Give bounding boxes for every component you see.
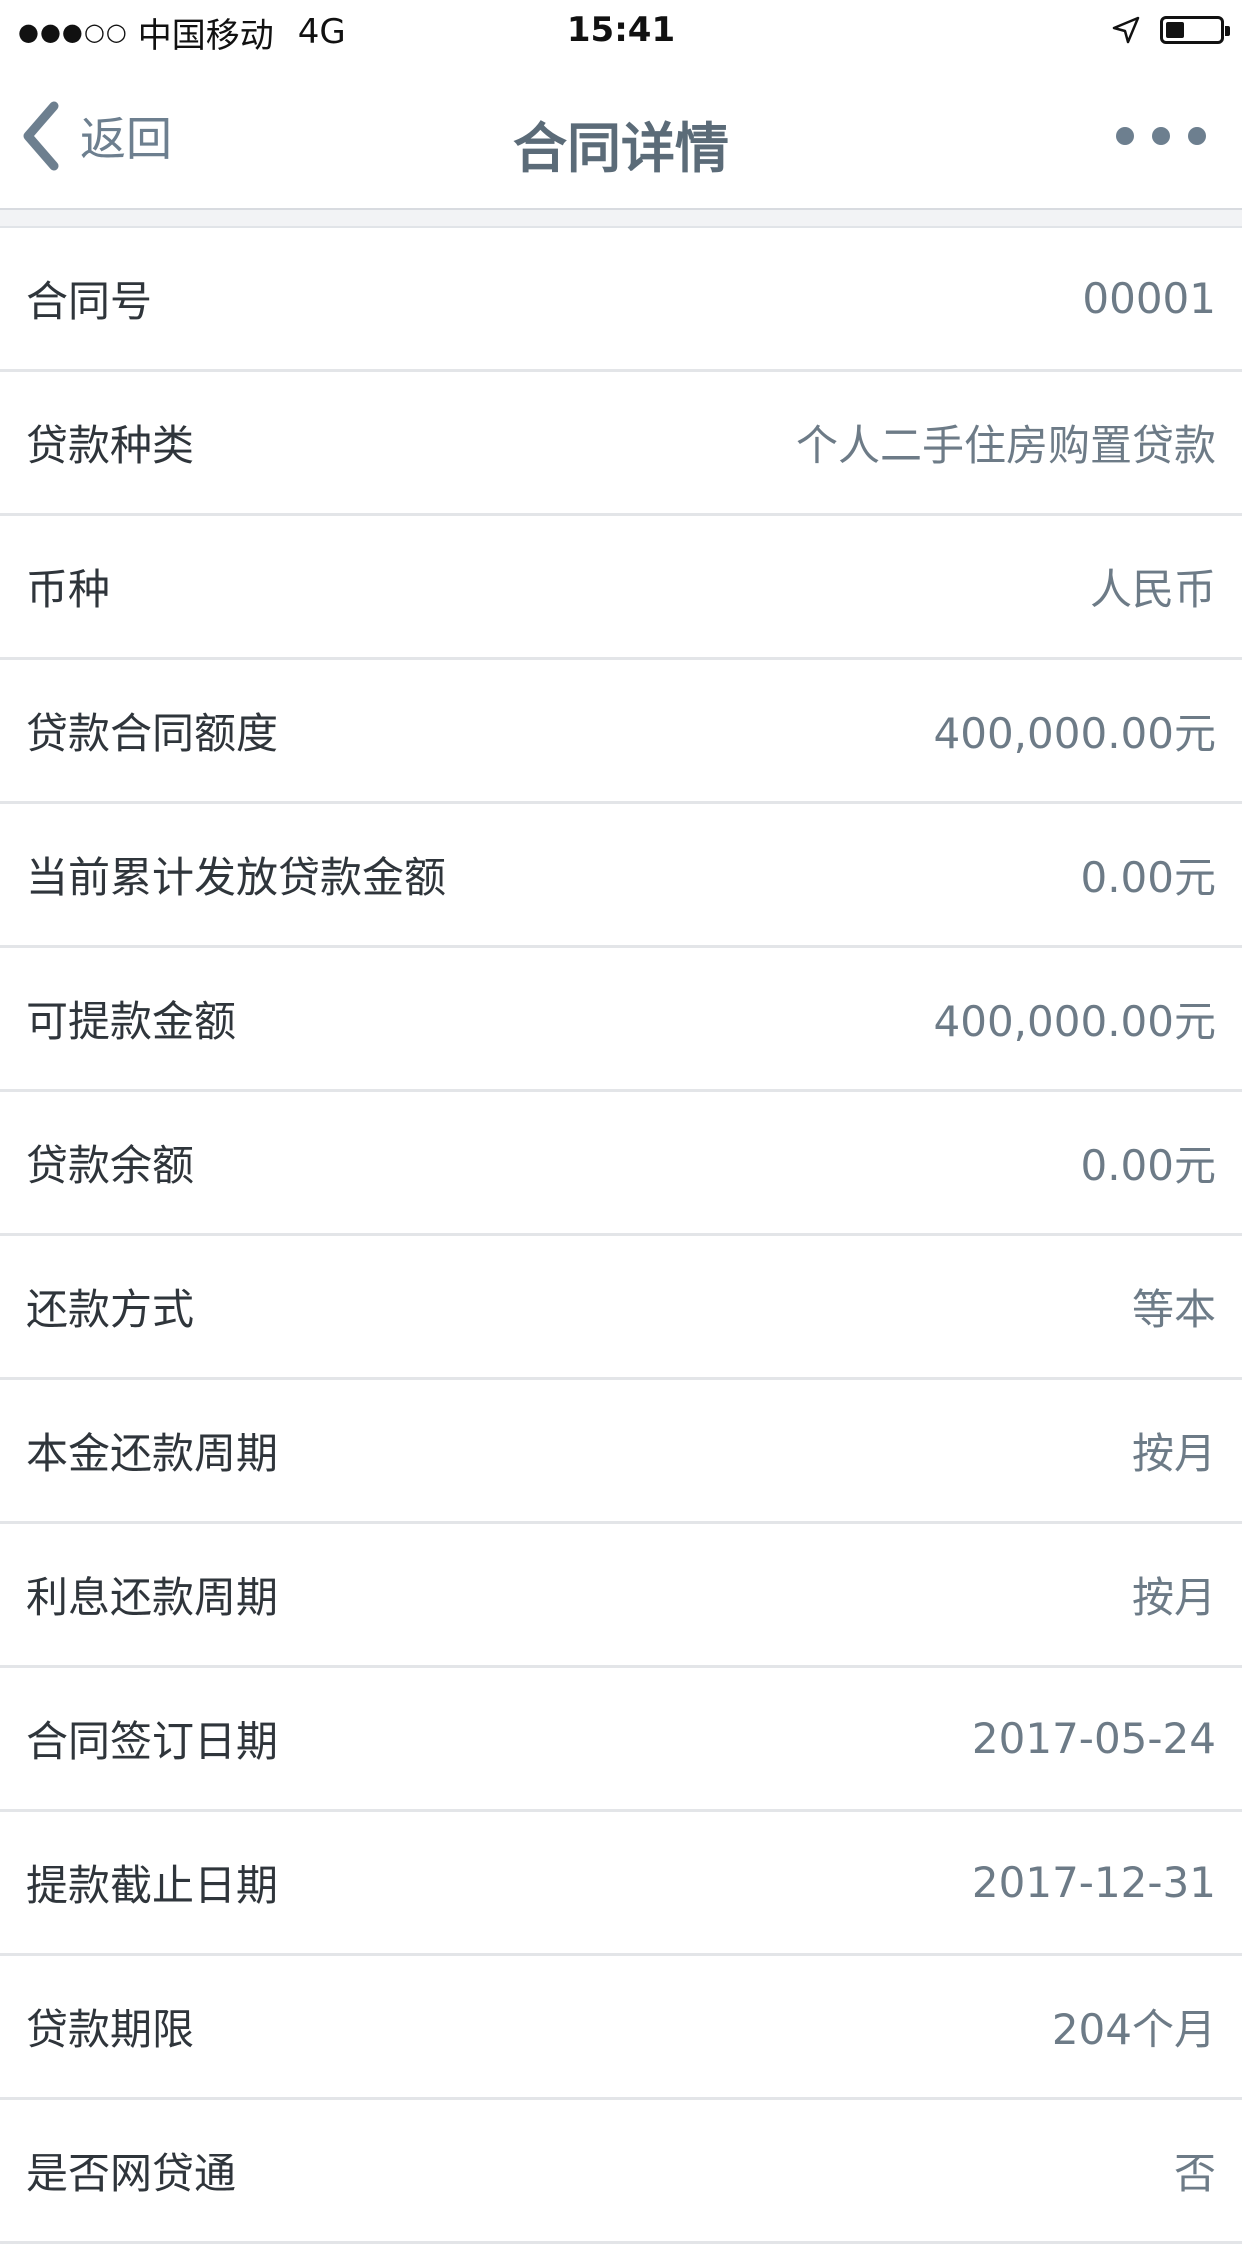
detail-row-signing-date: 合同签订日期 2017-05-24 [0,1668,1242,1812]
row-value: 按月 [1131,1429,1216,1478]
row-value: 0.00元 [1080,853,1216,902]
row-value: 个人二手住房购置贷款 [795,421,1216,470]
row-label: 可提款金额 [26,997,237,1046]
detail-row-withdrawal-deadline: 提款截止日期 2017-12-31 [0,1812,1242,1956]
row-value: 2017-05-24 [971,1714,1216,1763]
row-label: 币种 [26,565,111,614]
row-label: 利息还款周期 [26,1573,279,1622]
row-label: 合同号 [26,277,153,326]
row-value: 按月 [1131,1573,1216,1622]
detail-row-currency: 币种 人民币 [0,516,1242,660]
navigation-bar: 返回 合同详情 [0,60,1242,208]
detail-row-loan-type: 贷款种类 个人二手住房购置贷款 [0,372,1242,516]
page-title: 合同详情 [513,117,729,180]
row-value: 400,000.00元 [933,709,1216,758]
row-label: 还款方式 [26,1285,195,1334]
row-label: 贷款余额 [26,1141,195,1190]
detail-row-withdrawable-amount: 可提款金额 400,000.00元 [0,948,1242,1092]
more-options-button[interactable] [1116,118,1206,154]
battery-icon [1160,16,1230,44]
row-value: 204个月 [1051,2005,1216,2054]
contract-detail-list: 合同号 00001 贷款种类 个人二手住房购置贷款 币种 人民币 贷款合同额度 … [0,228,1242,2244]
row-value: 否 [1173,2149,1216,2198]
battery-level [1166,22,1185,38]
row-value: 00001 [1082,274,1216,323]
row-label: 合同签订日期 [26,1717,279,1766]
row-label: 贷款合同额度 [26,709,279,758]
row-value: 人民币 [1089,565,1216,614]
row-value: 400,000.00元 [933,997,1216,1046]
status-bar: ●●●○○ 中国移动 4G 15:41 [0,0,1242,60]
more-dot-icon [1188,127,1206,145]
more-dot-icon [1152,127,1170,145]
detail-row-contract-number: 合同号 00001 [0,228,1242,372]
detail-row-disbursed-amount: 当前累计发放贷款金额 0.00元 [0,804,1242,948]
row-label: 提款截止日期 [26,1861,279,1910]
status-right [1110,14,1230,46]
detail-row-principal-cycle: 本金还款周期 按月 [0,1380,1242,1524]
row-label: 本金还款周期 [26,1429,279,1478]
detail-row-loan-term: 贷款期限 204个月 [0,1956,1242,2100]
detail-row-loan-balance: 贷款余额 0.00元 [0,1092,1242,1236]
detail-row-repayment-method: 还款方式 等本 [0,1236,1242,1380]
status-time: 15:41 [566,10,676,50]
row-value: 0.00元 [1080,1141,1216,1190]
row-label: 贷款期限 [26,2005,195,2054]
detail-row-contract-amount: 贷款合同额度 400,000.00元 [0,660,1242,804]
row-label: 贷款种类 [26,421,195,470]
location-arrow-icon [1112,16,1140,44]
header-divider [0,208,1242,228]
row-label: 当前累计发放贷款金额 [26,853,447,902]
detail-row-online-loan: 是否网贷通 否 [0,2100,1242,2244]
row-label: 是否网贷通 [26,2149,237,2198]
more-dot-icon [1116,127,1134,145]
row-value: 等本 [1131,1285,1216,1334]
row-value: 2017-12-31 [971,1858,1216,1907]
detail-row-interest-cycle: 利息还款周期 按月 [0,1524,1242,1668]
